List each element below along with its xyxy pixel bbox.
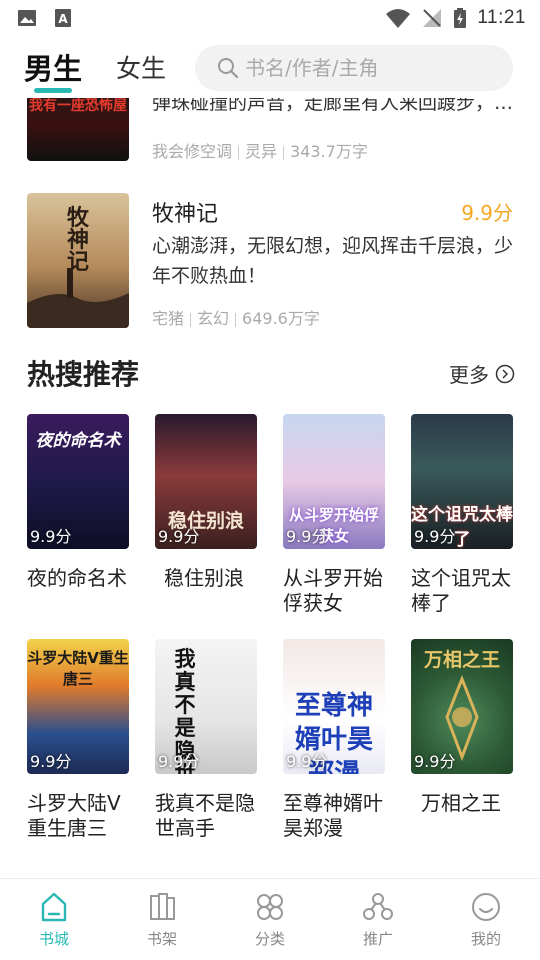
book-title: 夜的命名术 xyxy=(27,566,127,590)
meta-divider xyxy=(238,145,240,160)
chevron-right-circle-icon xyxy=(495,364,515,383)
book-score: 9.9分 xyxy=(414,527,456,546)
meta-divider xyxy=(235,312,237,327)
book-word-count: 343.7万字 xyxy=(290,142,368,161)
promote-icon xyxy=(363,893,393,920)
status-bar: A 11:21 xyxy=(0,0,540,36)
nav-label: 书城 xyxy=(38,930,69,948)
nav-promote[interactable]: 推广 xyxy=(324,879,432,960)
nav-profile[interactable]: 我的 xyxy=(432,879,540,960)
top-header: 男生 女生 xyxy=(0,40,540,98)
search-icon xyxy=(218,58,239,79)
search-input[interactable] xyxy=(245,56,495,80)
nav-bookstore[interactable]: 书城 xyxy=(0,879,108,960)
more-button[interactable]: 更多 xyxy=(449,359,515,388)
grid-book-item[interactable]: 稳住别浪 9.9分 稳住别浪 xyxy=(155,414,257,590)
nav-bookshelf[interactable]: 书架 xyxy=(108,879,216,960)
battery-charging-icon xyxy=(454,8,467,28)
bottom-navigation: 书城 书架 分类 推广 我的 xyxy=(0,878,540,960)
book-description: 弹珠碰撞的声音，走廊里有人来回踱步，… xyxy=(152,98,514,114)
category-icon xyxy=(257,894,283,920)
book-cover: 我有一座恐怖屋 xyxy=(27,98,129,161)
grid-book-item[interactable]: 夜的命名术 9.9分 夜的命名术 xyxy=(27,414,129,590)
book-cover: 斗罗大陆V重生唐三 9.9分 xyxy=(27,639,129,774)
no-signal-icon xyxy=(423,9,442,27)
meta-divider xyxy=(283,145,285,160)
book-cover: 从斗罗开始俘获女 9.9分 xyxy=(283,414,385,549)
book-item[interactable]: 牧神记 牧神记 9.9分 心潮澎湃，无限幻想，迎风挥击千层浪，少年不败热血！ 宅… xyxy=(27,193,517,328)
book-score: 9.9分 xyxy=(158,752,200,771)
profile-icon xyxy=(472,893,500,921)
wifi-icon xyxy=(386,9,411,28)
book-title: 斗罗大陆V重生唐三 xyxy=(27,791,121,840)
book-cover: 万相之王 9.9分 xyxy=(411,639,513,774)
book-meta: 我会修空调 灵异 343.7万字 xyxy=(152,138,368,162)
meta-divider xyxy=(190,312,192,327)
cover-title-art: 夜的命名术 xyxy=(35,431,121,451)
book-score: 9.9分 xyxy=(158,527,200,546)
book-cover: 稳住别浪 9.9分 xyxy=(155,414,257,549)
book-score: 9.9分 xyxy=(286,752,328,771)
book-title: 这个诅咒太棒了 xyxy=(411,566,511,615)
nav-label: 分类 xyxy=(254,930,285,948)
book-description: 心潮澎湃，无限幻想，迎风挥击千层浪，少年不败热血！ xyxy=(152,235,514,287)
bookstore-icon xyxy=(41,892,67,922)
grid-book-item[interactable]: 从斗罗开始俘获女 9.9分 从斗罗开始俘获女 xyxy=(283,414,385,615)
book-score: 9.9分 xyxy=(461,201,513,225)
book-title: 至尊神婿叶昊郑漫 xyxy=(283,791,383,840)
book-title: 牧神记 xyxy=(152,202,219,227)
app-screen: A 11:21 男生 女生 书名/作者/主角 我有一座恐怖屋 弹珠碰撞的声音，走… xyxy=(0,0,540,960)
cover-title-art: 万相之王 xyxy=(423,649,500,671)
bookshelf-icon xyxy=(150,893,175,920)
book-title: 我真不是隐世高手 xyxy=(155,791,255,840)
tab-male-label: 男生 xyxy=(24,52,83,86)
book-title: 稳住别浪 xyxy=(164,566,244,590)
tab-male[interactable]: 男生 xyxy=(24,40,82,98)
book-word-count: 649.6万字 xyxy=(242,309,320,328)
nav-label: 我的 xyxy=(470,930,501,948)
tab-female-label: 女生 xyxy=(116,54,167,83)
book-cover: 我真不是隐世高手 9.9分 xyxy=(155,639,257,774)
status-time: 11:21 xyxy=(477,7,526,28)
gallery-notification-icon xyxy=(18,10,36,26)
tab-female[interactable]: 女生 xyxy=(116,40,166,98)
book-cover: 牧神记 xyxy=(27,193,129,328)
cover-title-art: 我有一座恐怖屋 xyxy=(29,98,127,114)
cover-title-art: 斗罗大陆V重生唐三 xyxy=(27,649,129,688)
svg-text:A: A xyxy=(58,12,68,26)
cover-title-art: 牧神记 xyxy=(66,205,89,275)
nav-label: 推广 xyxy=(362,930,393,948)
book-score: 9.9分 xyxy=(286,527,328,546)
book-item[interactable]: 我有一座恐怖屋 弹珠碰撞的声音，走廊里有人来回踱步，… 我会修空调 灵异 343.7… xyxy=(27,98,517,171)
section-title: 热搜推荐 xyxy=(27,358,140,391)
grid-book-item[interactable]: 我真不是隐世高手 9.9分 我真不是隐世高手 xyxy=(155,639,257,840)
search-bar[interactable] xyxy=(195,45,513,91)
book-meta: 宅猪 玄幻 649.6万字 xyxy=(152,305,320,329)
font-notification-icon: A xyxy=(55,9,71,27)
book-genre: 灵异 xyxy=(245,142,278,161)
grid-book-item[interactable]: 至尊神婿叶昊郑漫 9.9分 至尊神婿叶昊郑漫 xyxy=(283,639,385,840)
book-score: 9.9分 xyxy=(414,752,456,771)
book-cover: 这个诅咒太棒了 9.9分 xyxy=(411,414,513,549)
active-tab-indicator xyxy=(34,88,72,93)
book-genre: 玄幻 xyxy=(197,309,230,328)
grid-book-item[interactable]: 斗罗大陆V重生唐三 9.9分 斗罗大陆V重生唐三 xyxy=(27,639,129,840)
book-score: 9.9分 xyxy=(30,527,72,546)
grid-book-item[interactable]: 这个诅咒太棒了 9.9分 这个诅咒太棒了 xyxy=(411,414,513,615)
grid-book-item[interactable]: 万相之王 9.9分 万相之王 xyxy=(411,639,513,815)
nav-label: 书架 xyxy=(146,930,177,948)
nav-category[interactable]: 分类 xyxy=(216,879,324,960)
bookstore-content: 我有一座恐怖屋 弹珠碰撞的声音，走廊里有人来回踱步，… 我会修空调 灵异 343.7… xyxy=(0,98,540,878)
book-title: 从斗罗开始俘获女 xyxy=(283,566,383,615)
book-score: 9.9分 xyxy=(30,752,72,771)
book-title: 万相之王 xyxy=(421,791,501,815)
book-cover: 夜的命名术 9.9分 xyxy=(27,414,129,549)
book-author: 宅猪 xyxy=(152,309,185,328)
hot-search-header: 热搜推荐 更多 xyxy=(27,353,517,397)
more-label: 更多 xyxy=(449,363,489,387)
book-author: 我会修空调 xyxy=(152,142,233,161)
book-cover: 至尊神婿叶昊郑漫 9.9分 xyxy=(283,639,385,774)
